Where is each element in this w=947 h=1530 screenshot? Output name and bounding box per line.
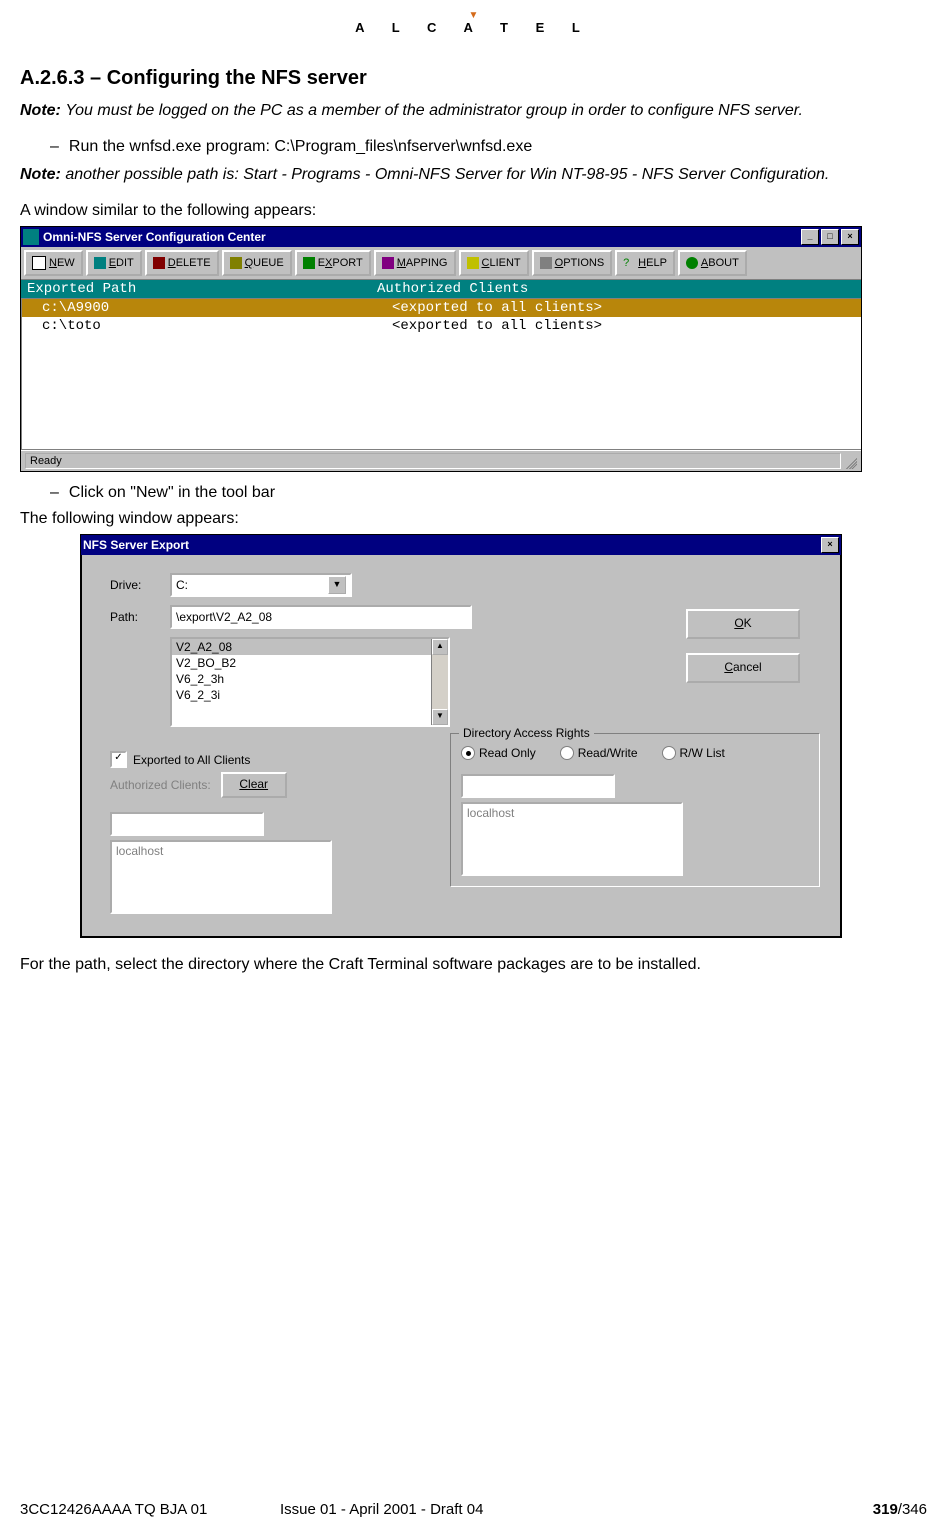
- step-run-program: Run the wnfsd.exe program: C:\Program_fi…: [50, 138, 927, 156]
- scrollbar[interactable]: ▲▼: [431, 639, 448, 725]
- rights-host-input[interactable]: [461, 774, 615, 798]
- folder-listbox[interactable]: V2_A2_08 V2_BO_B2 V6_2_3h V6_2_3i ▲▼: [170, 637, 450, 727]
- path-label: Path:: [110, 610, 170, 624]
- section-heading: A.2.6.3 – Configuring the NFS server: [20, 67, 927, 90]
- toolbar-delete[interactable]: DELETE: [145, 250, 219, 276]
- auth-client-list[interactable]: localhost: [110, 840, 332, 914]
- scroll-up-icon[interactable]: ▲: [432, 639, 448, 655]
- list-row[interactable]: c:\A9900 <exported to all clients>: [22, 299, 861, 317]
- radio-read-write[interactable]: Read/Write: [560, 746, 638, 760]
- list-item[interactable]: V6_2_3h: [172, 671, 448, 687]
- scroll-down-icon[interactable]: ▼: [432, 709, 448, 725]
- export-all-checkbox[interactable]: ✓ Exported to All Clients: [110, 751, 410, 768]
- drive-combo[interactable]: C: ▼: [170, 573, 352, 597]
- dialog-title: NFS Server Export: [83, 538, 189, 552]
- radio-read-only[interactable]: Read Only: [461, 746, 536, 760]
- step-click-new: Click on "New" in the tool bar: [50, 484, 927, 502]
- list-header: Exported Path Authorized Clients: [21, 280, 861, 298]
- chevron-down-icon[interactable]: ▼: [328, 576, 346, 594]
- page-footer: 3CC12426AAAA TQ BJA 01 Issue 01 - April …: [20, 1501, 927, 1518]
- list-row[interactable]: c:\toto <exported to all clients>: [22, 317, 861, 335]
- radio-rw-list[interactable]: R/W List: [662, 746, 725, 760]
- list-item[interactable]: V2_BO_B2: [172, 655, 448, 671]
- ok-button[interactable]: OK: [686, 609, 800, 639]
- toolbar-edit[interactable]: EDIT: [86, 250, 142, 276]
- minimize-button[interactable]: _: [801, 229, 819, 245]
- auth-client-input[interactable]: [110, 812, 264, 836]
- toolbar-export[interactable]: EXPORT: [295, 250, 371, 276]
- toolbar-client[interactable]: CLIENT: [459, 250, 529, 276]
- close-button[interactable]: ×: [841, 229, 859, 245]
- note-1: Note: You must be logged on the PC as a …: [20, 102, 927, 120]
- omni-nfs-window: Omni-NFS Server Configuration Center _ □…: [20, 226, 862, 472]
- toolbar-help[interactable]: ?HELP: [615, 250, 675, 276]
- export-list[interactable]: c:\A9900 <exported to all clients> c:\to…: [21, 298, 861, 450]
- dialog-close-button[interactable]: ×: [821, 537, 839, 553]
- app-icon: [23, 229, 39, 245]
- list-item[interactable]: V6_2_3i: [172, 687, 448, 703]
- status-bar: Ready: [21, 450, 861, 471]
- cancel-button[interactable]: Cancel: [686, 653, 800, 683]
- toolbar-options[interactable]: OPTIONS: [532, 250, 613, 276]
- resize-grip-icon[interactable]: [843, 455, 857, 469]
- toolbar-new[interactable]: NEW: [24, 250, 83, 276]
- note-2: Note: another possible path is: Start - …: [20, 166, 927, 184]
- clear-button[interactable]: Clear: [221, 772, 287, 798]
- intro-text-1: A window similar to the following appear…: [20, 202, 927, 220]
- nfs-export-dialog: NFS Server Export × OK Cancel Drive: C: …: [80, 534, 842, 938]
- toolbar: NEW EDIT DELETE QUEUE EXPORT MAPPING CLI…: [21, 247, 861, 280]
- list-item[interactable]: V2_A2_08: [172, 639, 448, 655]
- toolbar-queue[interactable]: QUEUE: [222, 250, 292, 276]
- auth-clients-label: Authorized Clients:: [110, 778, 211, 792]
- titlebar[interactable]: Omni-NFS Server Configuration Center _ □…: [21, 227, 861, 247]
- dialog-titlebar[interactable]: NFS Server Export ×: [81, 535, 841, 555]
- maximize-button[interactable]: □: [821, 229, 839, 245]
- intro-text-2: The following window appears:: [20, 510, 927, 528]
- toolbar-mapping[interactable]: MAPPING: [374, 250, 456, 276]
- window-title: Omni-NFS Server Configuration Center: [43, 230, 266, 244]
- drive-label: Drive:: [110, 578, 170, 592]
- toolbar-about[interactable]: ABOUT: [678, 250, 747, 276]
- rights-host-list[interactable]: localhost: [461, 802, 683, 876]
- path-input[interactable]: \export\V2_A2_08: [170, 605, 472, 629]
- brand-logo: ▼ A L C A T E L: [20, 10, 927, 37]
- outro-text: For the path, select the directory where…: [20, 956, 927, 974]
- access-rights-group: Directory Access Rights Read Only Read/W…: [450, 733, 820, 887]
